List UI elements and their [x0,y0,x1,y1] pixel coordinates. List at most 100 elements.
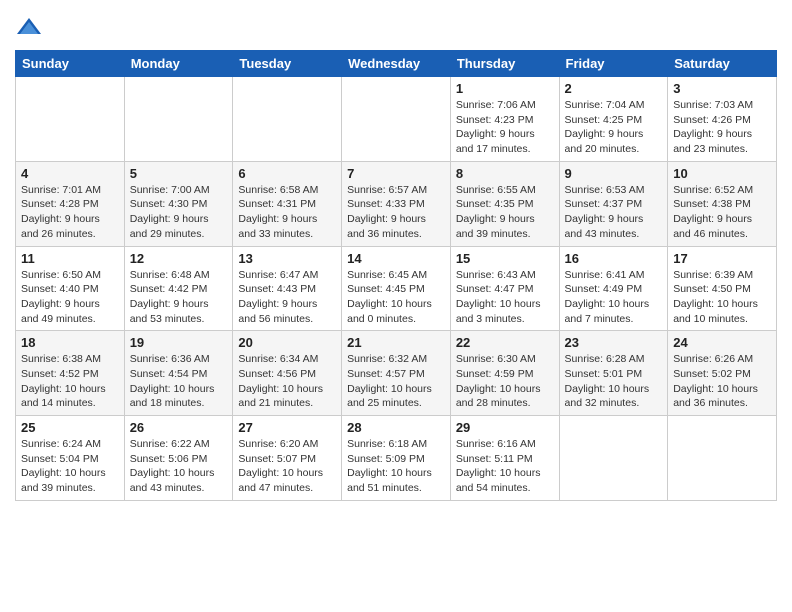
weekday-header-row: SundayMondayTuesdayWednesdayThursdayFrid… [16,51,777,77]
day-number: 9 [565,166,663,181]
calendar-cell [668,416,777,501]
calendar-week-row: 11 Sunrise: 6:50 AM Sunset: 4:40 PM Dayli… [16,246,777,331]
day-info: Sunrise: 7:03 AM Sunset: 4:26 PM Dayligh… [673,98,771,157]
logo-icon [15,14,43,42]
calendar-cell: 19 Sunrise: 6:36 AM Sunset: 4:54 PM Dayli… [124,331,233,416]
day-info: Sunrise: 6:58 AM Sunset: 4:31 PM Dayligh… [238,183,336,242]
day-number: 29 [456,420,554,435]
day-number: 27 [238,420,336,435]
calendar-cell: 4 Sunrise: 7:01 AM Sunset: 4:28 PM Daylig… [16,161,125,246]
day-number: 2 [565,81,663,96]
calendar-week-row: 4 Sunrise: 7:01 AM Sunset: 4:28 PM Daylig… [16,161,777,246]
calendar-cell: 2 Sunrise: 7:04 AM Sunset: 4:25 PM Daylig… [559,77,668,162]
calendar-cell: 1 Sunrise: 7:06 AM Sunset: 4:23 PM Daylig… [450,77,559,162]
day-info: Sunrise: 6:26 AM Sunset: 5:02 PM Dayligh… [673,352,771,411]
day-info: Sunrise: 6:41 AM Sunset: 4:49 PM Dayligh… [565,268,663,327]
calendar-cell: 17 Sunrise: 6:39 AM Sunset: 4:50 PM Dayli… [668,246,777,331]
day-info: Sunrise: 6:52 AM Sunset: 4:38 PM Dayligh… [673,183,771,242]
day-number: 19 [130,335,228,350]
calendar-cell: 24 Sunrise: 6:26 AM Sunset: 5:02 PM Dayli… [668,331,777,416]
day-number: 3 [673,81,771,96]
day-number: 25 [21,420,119,435]
day-info: Sunrise: 6:22 AM Sunset: 5:06 PM Dayligh… [130,437,228,496]
day-number: 20 [238,335,336,350]
day-info: Sunrise: 7:06 AM Sunset: 4:23 PM Dayligh… [456,98,554,157]
calendar-cell: 21 Sunrise: 6:32 AM Sunset: 4:57 PM Dayli… [342,331,451,416]
calendar-cell [233,77,342,162]
day-info: Sunrise: 6:24 AM Sunset: 5:04 PM Dayligh… [21,437,119,496]
day-number: 1 [456,81,554,96]
day-info: Sunrise: 6:34 AM Sunset: 4:56 PM Dayligh… [238,352,336,411]
calendar-cell: 9 Sunrise: 6:53 AM Sunset: 4:37 PM Daylig… [559,161,668,246]
header [15,10,777,42]
day-number: 22 [456,335,554,350]
calendar-cell: 12 Sunrise: 6:48 AM Sunset: 4:42 PM Dayli… [124,246,233,331]
day-info: Sunrise: 6:50 AM Sunset: 4:40 PM Dayligh… [21,268,119,327]
logo [15,14,47,42]
weekday-header-thursday: Thursday [450,51,559,77]
day-number: 28 [347,420,445,435]
day-number: 21 [347,335,445,350]
day-info: Sunrise: 6:32 AM Sunset: 4:57 PM Dayligh… [347,352,445,411]
weekday-header-wednesday: Wednesday [342,51,451,77]
calendar-cell: 23Sunrise: 6:28 AM Sunset: 5:01 PM Dayli… [559,331,668,416]
calendar-cell [559,416,668,501]
day-number: 16 [565,251,663,266]
day-info: Sunrise: 7:04 AM Sunset: 4:25 PM Dayligh… [565,98,663,157]
day-number: 13 [238,251,336,266]
day-info: Sunrise: 6:18 AM Sunset: 5:09 PM Dayligh… [347,437,445,496]
calendar-cell: 13 Sunrise: 6:47 AM Sunset: 4:43 PM Dayli… [233,246,342,331]
day-info: Sunrise: 6:48 AM Sunset: 4:42 PM Dayligh… [130,268,228,327]
day-number: 14 [347,251,445,266]
day-info: Sunrise: 7:00 AM Sunset: 4:30 PM Dayligh… [130,183,228,242]
day-number: 17 [673,251,771,266]
day-info: Sunrise: 7:01 AM Sunset: 4:28 PM Dayligh… [21,183,119,242]
calendar-cell: 16 Sunrise: 6:41 AM Sunset: 4:49 PM Dayli… [559,246,668,331]
calendar-cell: 15Sunrise: 6:43 AM Sunset: 4:47 PM Dayli… [450,246,559,331]
calendar-cell: 5 Sunrise: 7:00 AM Sunset: 4:30 PM Daylig… [124,161,233,246]
weekday-header-tuesday: Tuesday [233,51,342,77]
calendar-cell [124,77,233,162]
day-number: 26 [130,420,228,435]
day-number: 7 [347,166,445,181]
calendar-cell: 7 Sunrise: 6:57 AM Sunset: 4:33 PM Daylig… [342,161,451,246]
day-info: Sunrise: 6:47 AM Sunset: 4:43 PM Dayligh… [238,268,336,327]
calendar-cell: 14 Sunrise: 6:45 AM Sunset: 4:45 PM Dayli… [342,246,451,331]
calendar-cell: 6 Sunrise: 6:58 AM Sunset: 4:31 PM Daylig… [233,161,342,246]
calendar-cell: 27 Sunrise: 6:20 AM Sunset: 5:07 PM Dayli… [233,416,342,501]
calendar-table: SundayMondayTuesdayWednesdayThursdayFrid… [15,50,777,501]
calendar-cell [342,77,451,162]
calendar-cell: 18Sunrise: 6:38 AM Sunset: 4:52 PM Dayli… [16,331,125,416]
calendar-cell: 22 Sunrise: 6:30 AM Sunset: 4:59 PM Dayli… [450,331,559,416]
day-number: 15 [456,251,554,266]
day-info: Sunrise: 6:39 AM Sunset: 4:50 PM Dayligh… [673,268,771,327]
weekday-header-saturday: Saturday [668,51,777,77]
day-number: 12 [130,251,228,266]
day-info: Sunrise: 6:55 AM Sunset: 4:35 PM Dayligh… [456,183,554,242]
calendar-cell: 28 Sunrise: 6:18 AM Sunset: 5:09 PM Dayli… [342,416,451,501]
calendar-cell: 11 Sunrise: 6:50 AM Sunset: 4:40 PM Dayli… [16,246,125,331]
weekday-header-sunday: Sunday [16,51,125,77]
day-number: 11 [21,251,119,266]
calendar-cell [16,77,125,162]
calendar-week-row: 18Sunrise: 6:38 AM Sunset: 4:52 PM Dayli… [16,331,777,416]
day-info: Sunrise: 6:36 AM Sunset: 4:54 PM Dayligh… [130,352,228,411]
day-info: Sunrise: 6:57 AM Sunset: 4:33 PM Dayligh… [347,183,445,242]
day-info: Sunrise: 6:53 AM Sunset: 4:37 PM Dayligh… [565,183,663,242]
day-number: 18 [21,335,119,350]
calendar-cell: 25 Sunrise: 6:24 AM Sunset: 5:04 PM Dayli… [16,416,125,501]
day-info: Sunrise: 6:45 AM Sunset: 4:45 PM Dayligh… [347,268,445,327]
day-number: 23 [565,335,663,350]
calendar-cell: 29 Sunrise: 6:16 AM Sunset: 5:11 PM Dayli… [450,416,559,501]
day-info: Sunrise: 6:30 AM Sunset: 4:59 PM Dayligh… [456,352,554,411]
calendar-cell: 10Sunrise: 6:52 AM Sunset: 4:38 PM Dayli… [668,161,777,246]
day-number: 6 [238,166,336,181]
day-number: 5 [130,166,228,181]
day-info: Sunrise: 6:20 AM Sunset: 5:07 PM Dayligh… [238,437,336,496]
day-number: 24 [673,335,771,350]
weekday-header-monday: Monday [124,51,233,77]
calendar-cell: 26 Sunrise: 6:22 AM Sunset: 5:06 PM Dayli… [124,416,233,501]
day-number: 4 [21,166,119,181]
weekday-header-friday: Friday [559,51,668,77]
day-info: Sunrise: 6:16 AM Sunset: 5:11 PM Dayligh… [456,437,554,496]
